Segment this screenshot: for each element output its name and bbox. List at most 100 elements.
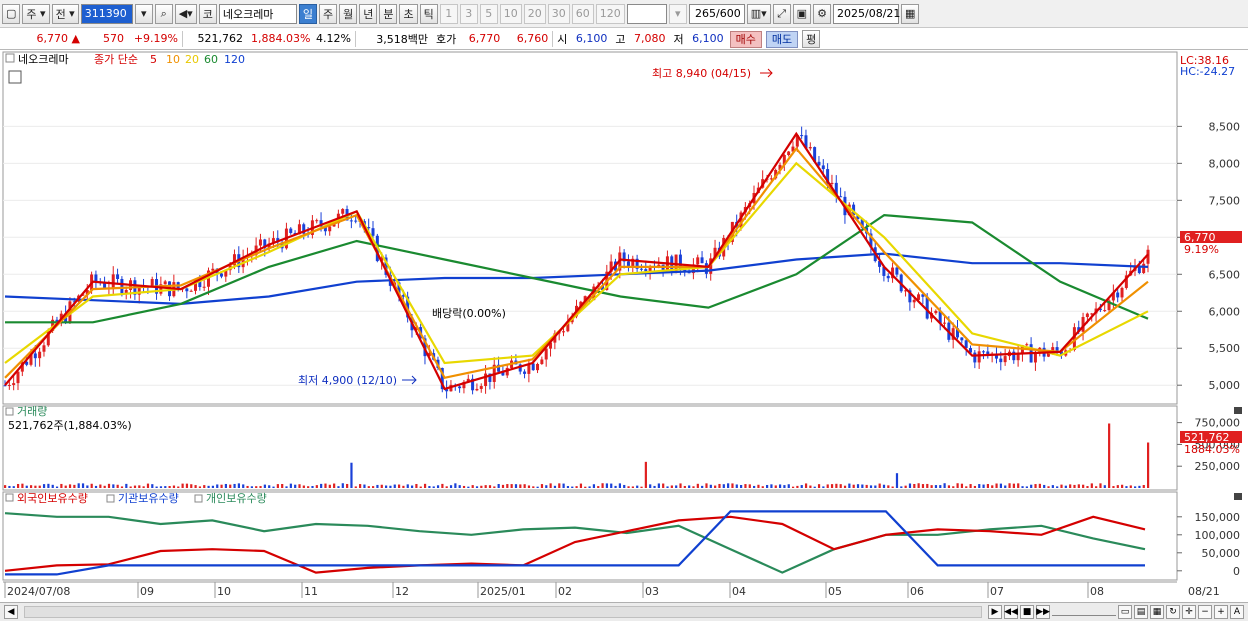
- rewind-icon[interactable]: ◀◀: [1004, 605, 1018, 619]
- open-label: 시: [557, 32, 568, 46]
- minute-option-1[interactable]: 1: [439, 3, 458, 24]
- volume-bar: [778, 484, 782, 488]
- legend-checkbox[interactable]: [5, 53, 15, 63]
- volume-bar: [34, 485, 37, 488]
- search-icon[interactable]: ⌕: [154, 3, 173, 24]
- eval-button[interactable]: 평: [802, 29, 821, 48]
- crosshair-icon[interactable]: ✛: [1182, 605, 1196, 619]
- market-select[interactable]: 주 ▾: [22, 3, 50, 24]
- candle-body: [258, 239, 262, 246]
- volume-bar: [783, 485, 786, 488]
- minute-dropdown-button[interactable]: ▾: [668, 3, 687, 24]
- candle-body: [185, 288, 189, 292]
- legend-ma-10: 10: [166, 53, 180, 66]
- volume-bar: [129, 486, 132, 488]
- stock-name-button[interactable]: 코: [198, 3, 217, 24]
- candle-body: [479, 386, 483, 389]
- sound-icon[interactable]: ◀▾: [174, 3, 197, 24]
- x-tick-label: 03: [645, 585, 659, 598]
- code-dropdown-button[interactable]: ▾: [134, 3, 153, 24]
- gear-icon[interactable]: ⚙: [813, 3, 832, 24]
- holdings-checkbox[interactable]: [194, 494, 203, 503]
- holdings-checkbox[interactable]: [106, 494, 115, 503]
- scroll-right-icon[interactable]: ▶: [988, 605, 1002, 619]
- y-tick-label: 6,000: [1209, 305, 1241, 318]
- date-input[interactable]: 2025/08/21: [833, 3, 900, 24]
- exchange-select[interactable]: 전 ▾: [51, 3, 79, 24]
- minute-option-60[interactable]: 60: [571, 3, 594, 24]
- volume-bar: [999, 483, 1002, 488]
- period-button-year[interactable]: 년: [359, 3, 378, 24]
- volume-bar: [151, 484, 154, 488]
- zoom-out-icon[interactable]: −: [1198, 605, 1212, 619]
- minute-option-30[interactable]: 30: [547, 3, 570, 24]
- layout-icon[interactable]: ▢: [2, 3, 21, 24]
- volume-bar: [138, 485, 141, 488]
- holdings-close-icon[interactable]: [1234, 493, 1242, 500]
- volume-bar: [536, 486, 539, 488]
- calendar-icon[interactable]: ▦: [901, 3, 920, 24]
- sell-button[interactable]: 매도: [765, 30, 799, 48]
- volume-bar: [268, 485, 271, 488]
- minute-option-5[interactable]: 5: [479, 3, 498, 24]
- minute-option-120[interactable]: 120: [595, 3, 625, 24]
- volume-bar: [960, 483, 964, 488]
- minute-custom-input[interactable]: [626, 3, 667, 24]
- period-button-week[interactable]: 주: [318, 3, 338, 24]
- volume-bar: [47, 483, 50, 488]
- volume-bar: [727, 483, 730, 488]
- period-button-month[interactable]: 월: [339, 3, 358, 24]
- period-button-tick[interactable]: 틱: [419, 3, 438, 24]
- volume-checkbox[interactable]: [5, 407, 14, 416]
- minute-option-3[interactable]: 3: [459, 3, 478, 24]
- stop-icon[interactable]: ■: [1020, 605, 1034, 619]
- candle-type-icon[interactable]: ▥▾: [746, 3, 771, 24]
- candle-body: [7, 385, 11, 387]
- period-button-day[interactable]: 일: [298, 3, 317, 24]
- stock-chart[interactable]: 8,5008,0007,5007,0006,5006,0005,5005,000…: [0, 50, 1248, 602]
- ask-price: 6,770: [468, 32, 501, 45]
- split-icon[interactable]: ▤: [1134, 605, 1148, 619]
- x-tick-label: 09: [140, 585, 154, 598]
- volume-bar: [363, 484, 366, 488]
- low-label: 저: [673, 32, 684, 46]
- volume-bar: [934, 485, 938, 488]
- volume-bar: [514, 484, 518, 488]
- candle-body: [839, 196, 843, 198]
- volume-bar: [380, 484, 383, 488]
- table-icon[interactable]: [8, 70, 22, 84]
- stock-code-input[interactable]: 311390: [80, 3, 133, 24]
- volume-bar: [346, 483, 349, 488]
- window-icon[interactable]: ▭: [1118, 605, 1132, 619]
- up-arrow-icon: ▲: [71, 32, 80, 45]
- high-annotation: 최고 8,940 (04/15): [652, 67, 751, 80]
- volume-bar: [761, 486, 764, 488]
- zoom-slider[interactable]: [1052, 608, 1116, 616]
- period-button-minute[interactable]: 분: [379, 3, 398, 24]
- count-input[interactable]: 265/600: [688, 3, 745, 24]
- volume-bar: [1095, 486, 1098, 488]
- grid-icon[interactable]: ▦: [1150, 605, 1164, 619]
- volume-close-icon[interactable]: [1234, 407, 1242, 414]
- refresh-icon[interactable]: ↻: [1166, 605, 1180, 619]
- volume-bar: [623, 484, 626, 488]
- save-icon[interactable]: ▣: [792, 3, 812, 24]
- candle-body: [458, 386, 462, 389]
- draw-tool-icon[interactable]: ⤢: [772, 3, 791, 24]
- volume-bar: [29, 485, 33, 488]
- zoom-in-icon[interactable]: +: [1214, 605, 1228, 619]
- candle-body: [1116, 292, 1120, 298]
- volume-bar: [735, 484, 738, 488]
- volume-bar: [506, 484, 509, 488]
- font-size-icon[interactable]: A: [1230, 605, 1244, 619]
- volume-bar: [488, 485, 492, 488]
- scroll-track[interactable]: [24, 606, 982, 618]
- volume-bar: [826, 484, 829, 488]
- fast-forward-icon[interactable]: ▶▶: [1036, 605, 1050, 619]
- minute-option-20[interactable]: 20: [523, 3, 546, 24]
- buy-button[interactable]: 매수: [729, 30, 762, 48]
- period-button-second[interactable]: 초: [399, 3, 418, 24]
- scroll-left-icon[interactable]: ◀: [4, 605, 18, 619]
- holdings-checkbox[interactable]: [5, 493, 14, 502]
- minute-option-10[interactable]: 10: [499, 3, 522, 24]
